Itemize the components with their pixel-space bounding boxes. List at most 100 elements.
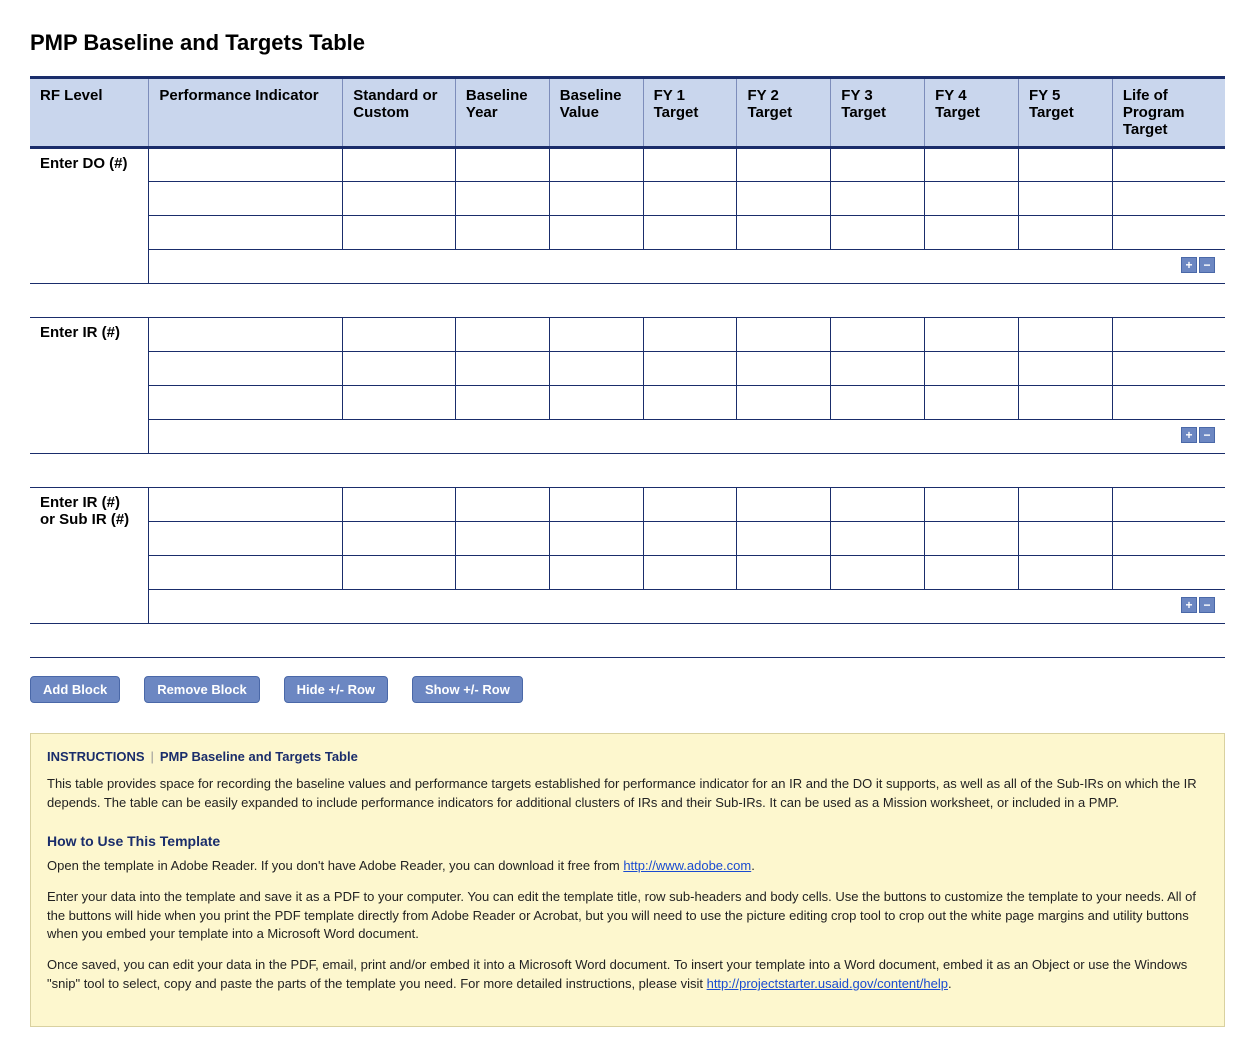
data-cell[interactable]	[1112, 318, 1225, 352]
data-cell[interactable]	[343, 386, 456, 420]
data-cell[interactable]	[549, 216, 643, 250]
data-cell[interactable]	[455, 522, 549, 556]
data-cell[interactable]	[549, 148, 643, 182]
data-cell[interactable]	[149, 556, 343, 590]
data-cell[interactable]	[149, 318, 343, 352]
data-cell[interactable]	[831, 488, 925, 522]
data-cell[interactable]	[1112, 488, 1225, 522]
data-cell[interactable]	[455, 216, 549, 250]
data-cell[interactable]	[149, 522, 343, 556]
data-cell[interactable]	[1112, 522, 1225, 556]
data-cell[interactable]	[455, 148, 549, 182]
remove-row-button[interactable]: −	[1199, 597, 1215, 613]
data-cell[interactable]	[737, 318, 831, 352]
data-cell[interactable]	[831, 216, 925, 250]
add-row-button[interactable]: +	[1181, 427, 1197, 443]
data-cell[interactable]	[549, 386, 643, 420]
data-cell[interactable]	[343, 216, 456, 250]
data-cell[interactable]	[455, 352, 549, 386]
data-cell[interactable]	[737, 182, 831, 216]
data-cell[interactable]	[737, 488, 831, 522]
remove-block-button[interactable]: Remove Block	[144, 676, 260, 703]
data-cell[interactable]	[1112, 182, 1225, 216]
data-cell[interactable]	[1112, 148, 1225, 182]
data-cell[interactable]	[831, 182, 925, 216]
data-cell[interactable]	[643, 352, 737, 386]
remove-row-button[interactable]: −	[1199, 257, 1215, 273]
data-cell[interactable]	[831, 148, 925, 182]
data-cell[interactable]	[549, 318, 643, 352]
data-cell[interactable]	[149, 352, 343, 386]
data-cell[interactable]	[343, 556, 456, 590]
data-cell[interactable]	[643, 216, 737, 250]
data-cell[interactable]	[1112, 386, 1225, 420]
data-cell[interactable]	[643, 556, 737, 590]
data-cell[interactable]	[149, 386, 343, 420]
data-cell[interactable]	[831, 352, 925, 386]
add-row-button[interactable]: +	[1181, 597, 1197, 613]
remove-row-button[interactable]: −	[1199, 427, 1215, 443]
data-cell[interactable]	[831, 522, 925, 556]
data-cell[interactable]	[549, 182, 643, 216]
data-cell[interactable]	[643, 522, 737, 556]
data-cell[interactable]	[925, 488, 1019, 522]
data-cell[interactable]	[1018, 522, 1112, 556]
data-cell[interactable]	[455, 556, 549, 590]
data-cell[interactable]	[925, 318, 1019, 352]
data-cell[interactable]	[925, 386, 1019, 420]
data-cell[interactable]	[1018, 352, 1112, 386]
data-cell[interactable]	[343, 522, 456, 556]
data-cell[interactable]	[149, 148, 343, 182]
data-cell[interactable]	[1018, 488, 1112, 522]
data-cell[interactable]	[1112, 556, 1225, 590]
adobe-link[interactable]: http://www.adobe.com	[623, 858, 751, 873]
data-cell[interactable]	[643, 182, 737, 216]
add-block-button[interactable]: Add Block	[30, 676, 120, 703]
data-cell[interactable]	[549, 522, 643, 556]
add-row-button[interactable]: +	[1181, 257, 1197, 273]
section-label-do[interactable]: Enter DO (#)	[30, 148, 149, 284]
data-cell[interactable]	[549, 556, 643, 590]
data-cell[interactable]	[549, 352, 643, 386]
help-link[interactable]: http://projectstarter.usaid.gov/content/…	[707, 976, 948, 991]
data-cell[interactable]	[455, 182, 549, 216]
data-cell[interactable]	[925, 182, 1019, 216]
data-cell[interactable]	[925, 522, 1019, 556]
data-cell[interactable]	[643, 386, 737, 420]
data-cell[interactable]	[925, 556, 1019, 590]
data-cell[interactable]	[149, 182, 343, 216]
data-cell[interactable]	[455, 488, 549, 522]
data-cell[interactable]	[643, 148, 737, 182]
data-cell[interactable]	[737, 216, 831, 250]
section-label-ir[interactable]: Enter IR (#)	[30, 318, 149, 454]
data-cell[interactable]	[831, 556, 925, 590]
data-cell[interactable]	[455, 386, 549, 420]
data-cell[interactable]	[737, 556, 831, 590]
data-cell[interactable]	[1018, 386, 1112, 420]
data-cell[interactable]	[1018, 148, 1112, 182]
data-cell[interactable]	[343, 488, 456, 522]
data-cell[interactable]	[737, 148, 831, 182]
data-cell[interactable]	[1018, 318, 1112, 352]
data-cell[interactable]	[737, 386, 831, 420]
data-cell[interactable]	[643, 318, 737, 352]
data-cell[interactable]	[737, 352, 831, 386]
data-cell[interactable]	[1018, 182, 1112, 216]
data-cell[interactable]	[925, 216, 1019, 250]
data-cell[interactable]	[1018, 216, 1112, 250]
data-cell[interactable]	[925, 352, 1019, 386]
data-cell[interactable]	[831, 386, 925, 420]
data-cell[interactable]	[643, 488, 737, 522]
data-cell[interactable]	[343, 352, 456, 386]
hide-row-button[interactable]: Hide +/- Row	[284, 676, 388, 703]
data-cell[interactable]	[549, 488, 643, 522]
data-cell[interactable]	[1112, 352, 1225, 386]
data-cell[interactable]	[149, 488, 343, 522]
data-cell[interactable]	[149, 216, 343, 250]
data-cell[interactable]	[343, 318, 456, 352]
data-cell[interactable]	[455, 318, 549, 352]
data-cell[interactable]	[1112, 216, 1225, 250]
data-cell[interactable]	[925, 148, 1019, 182]
show-row-button[interactable]: Show +/- Row	[412, 676, 523, 703]
data-cell[interactable]	[1018, 556, 1112, 590]
